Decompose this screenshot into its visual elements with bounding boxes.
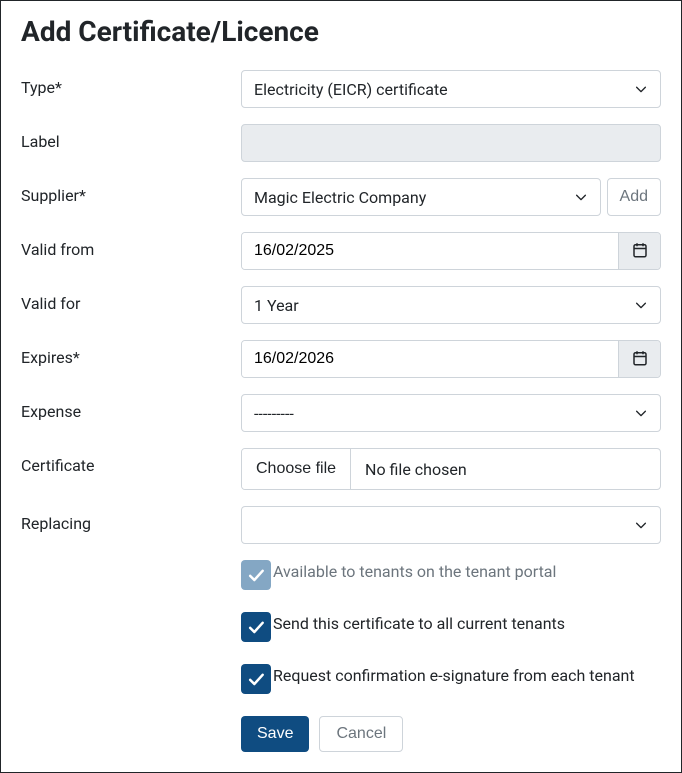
checkbox-send-all-label: Send this certificate to all current ten… xyxy=(273,614,565,633)
label-type: Type* xyxy=(21,70,241,97)
row-valid-from: Valid from xyxy=(21,232,661,270)
add-supplier-button[interactable]: Add xyxy=(607,178,661,216)
certificate-file-group: Choose file No file chosen xyxy=(241,448,661,490)
chevron-down-icon xyxy=(574,190,588,204)
label-valid-for: Valid for xyxy=(21,286,241,313)
row-expense: Expense --------- xyxy=(21,394,661,432)
page-title: Add Certificate/Licence xyxy=(21,15,661,48)
calendar-icon xyxy=(631,241,649,262)
checkbox-esign-label: Request confirmation e-signature from ea… xyxy=(273,666,635,685)
chevron-down-icon xyxy=(634,406,648,420)
type-select[interactable]: Electricity (EICR) certificate xyxy=(241,70,661,108)
chevron-down-icon xyxy=(634,298,648,312)
chevron-down-icon xyxy=(634,518,648,532)
row-send-all: Send this certificate to all current ten… xyxy=(241,612,661,642)
valid-from-date-button[interactable] xyxy=(618,233,660,269)
label-certificate: Certificate xyxy=(21,448,241,475)
checkbox-send-all[interactable] xyxy=(241,612,271,642)
replacing-select[interactable] xyxy=(241,506,661,544)
checkbox-esign[interactable] xyxy=(241,664,271,694)
checkbox-tenant-portal-label: Available to tenants on the tenant porta… xyxy=(273,562,556,581)
row-valid-for: Valid for 1 Year xyxy=(21,286,661,324)
valid-for-select[interactable]: 1 Year xyxy=(241,286,661,324)
label-valid-from: Valid from xyxy=(21,232,241,259)
row-supplier: Supplier* Magic Electric Company Add xyxy=(21,178,661,216)
label-label: Label xyxy=(21,124,241,151)
row-certificate: Certificate Choose file No file chosen xyxy=(21,448,661,490)
expires-group xyxy=(241,340,661,378)
action-row: Save Cancel xyxy=(241,716,661,752)
row-expires: Expires* xyxy=(21,340,661,378)
row-type: Type* Electricity (EICR) certificate xyxy=(21,70,661,108)
expense-select[interactable]: --------- xyxy=(241,394,661,432)
label-expense: Expense xyxy=(21,394,241,421)
cancel-button[interactable]: Cancel xyxy=(319,716,403,752)
choose-file-button[interactable]: Choose file xyxy=(242,449,351,489)
row-esign: Request confirmation e-signature from ea… xyxy=(241,664,661,694)
supplier-select-value: Magic Electric Company xyxy=(254,188,426,207)
label-supplier: Supplier* xyxy=(21,178,241,205)
valid-from-input[interactable] xyxy=(242,233,618,269)
row-label: Label xyxy=(21,124,661,162)
row-tenant-portal: Available to tenants on the tenant porta… xyxy=(241,560,661,590)
add-certificate-dialog: Add Certificate/Licence Type* Electricit… xyxy=(0,0,682,773)
row-replacing: Replacing xyxy=(21,506,661,544)
checkbox-tenant-portal[interactable] xyxy=(241,560,271,590)
valid-from-group xyxy=(241,232,661,270)
label-replacing: Replacing xyxy=(21,506,241,533)
file-status-label: No file chosen xyxy=(351,449,660,489)
chevron-down-icon xyxy=(634,82,648,96)
save-button[interactable]: Save xyxy=(241,716,309,752)
type-select-value: Electricity (EICR) certificate xyxy=(254,80,448,99)
valid-for-select-value: 1 Year xyxy=(254,296,299,315)
label-input[interactable] xyxy=(241,124,661,162)
supplier-select[interactable]: Magic Electric Company xyxy=(241,178,601,216)
expires-date-button[interactable] xyxy=(618,341,660,377)
expires-input[interactable] xyxy=(242,341,618,377)
expense-select-value: --------- xyxy=(254,404,294,423)
label-expires: Expires* xyxy=(21,340,241,367)
calendar-icon xyxy=(631,349,649,370)
